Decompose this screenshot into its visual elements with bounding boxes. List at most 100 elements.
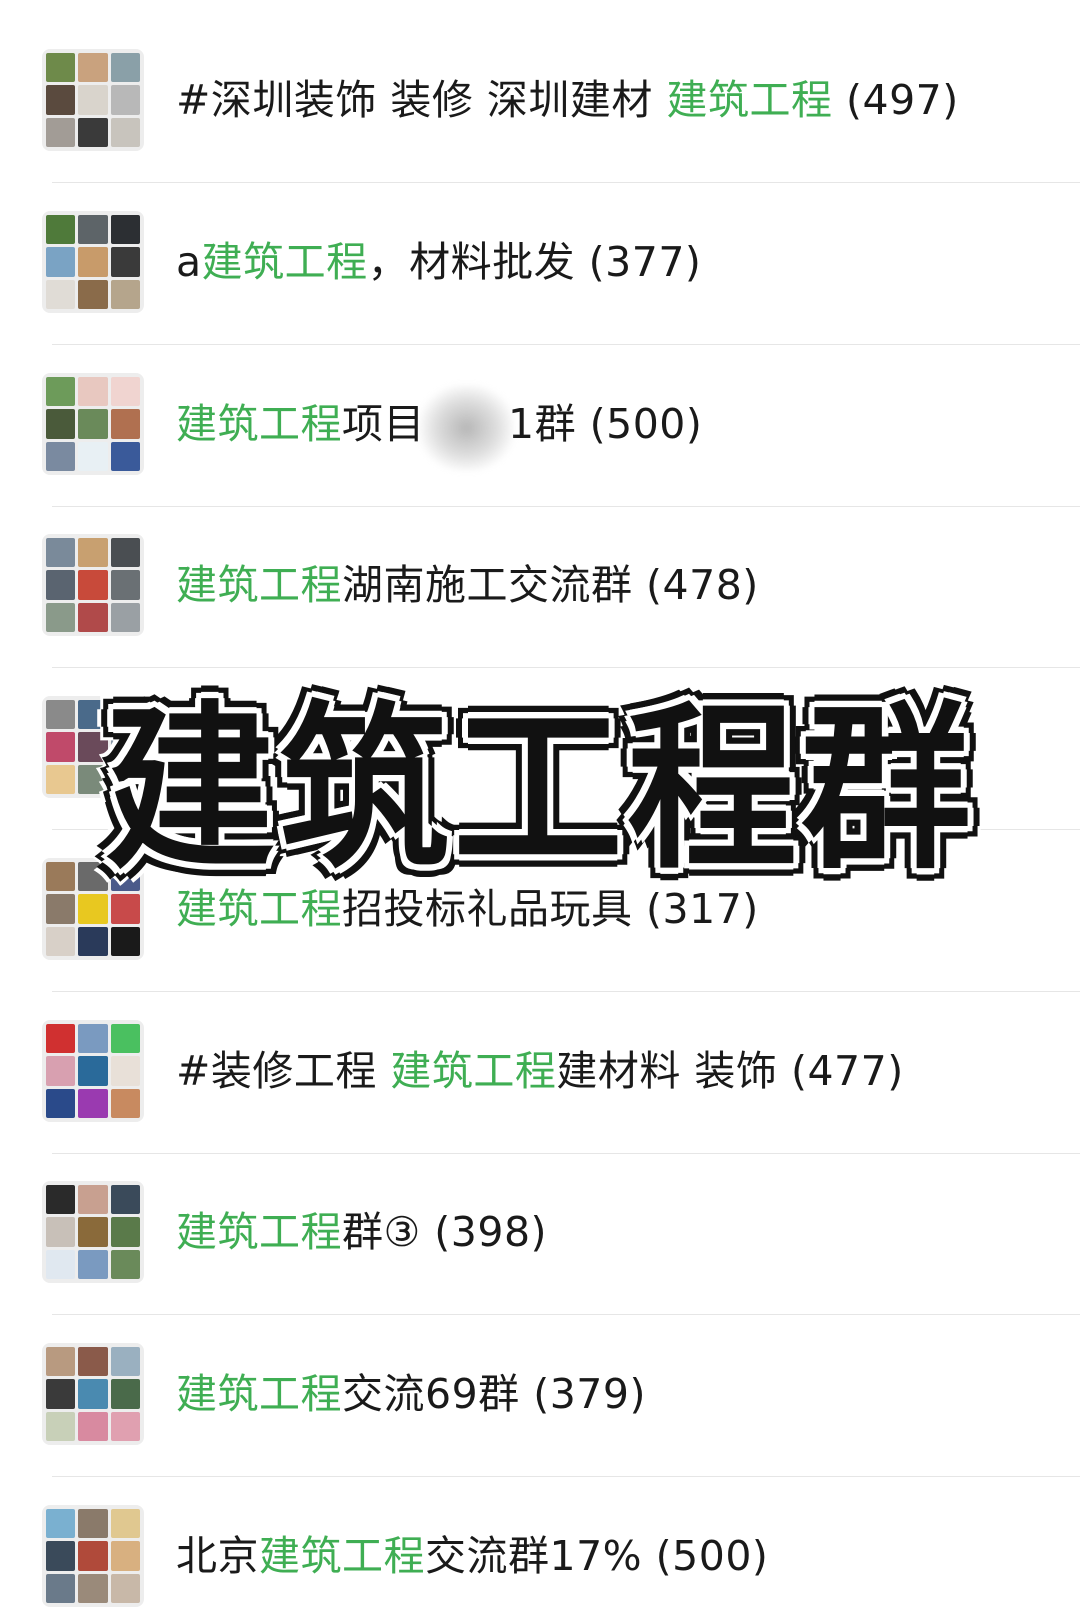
group-name: 建筑工程项目货款1群 (500)	[176, 399, 1060, 449]
avatar-tile	[46, 862, 76, 892]
keyword-highlight: 建筑工程	[176, 885, 342, 933]
avatar-tile	[46, 1411, 76, 1441]
group-avatar	[42, 211, 144, 313]
group-chat-row[interactable]: 北京建筑工程交流群17% (500)	[0, 1473, 1080, 1620]
avatar-tile	[78, 1541, 108, 1571]
avatar-tile	[78, 85, 108, 115]
avatar-tile	[110, 279, 140, 309]
group-chat-row[interactable]: 建筑工程·四群	[0, 664, 1080, 830]
avatar-tile	[46, 732, 76, 762]
group-chat-row[interactable]: 建筑工程项目货款1群 (500)	[0, 341, 1080, 507]
avatar-tile	[78, 53, 108, 83]
group-name-text: 群③ (398)	[342, 1208, 548, 1256]
avatar-tile	[46, 377, 76, 407]
avatar-tile	[46, 247, 76, 277]
avatar-tile	[78, 764, 108, 794]
avatar-tile	[46, 215, 76, 245]
group-avatar	[42, 1343, 144, 1445]
avatar-tile	[78, 1573, 108, 1603]
avatar-tile	[78, 1509, 108, 1539]
group-name-text: 建材料 装饰 (477)	[556, 1047, 904, 1095]
avatar-tile	[110, 215, 140, 245]
group-chat-row[interactable]: 建筑工程交流69群 (379)	[0, 1311, 1080, 1477]
group-avatar	[42, 1505, 144, 1607]
avatar-tile	[46, 117, 76, 147]
group-chat-row[interactable]: 建筑工程群③ (398)	[0, 1149, 1080, 1315]
group-name: #深圳装饰 装修 深圳建材 建筑工程 (497)	[176, 75, 1060, 125]
avatar-tile	[46, 1024, 76, 1054]
avatar-tile	[110, 377, 140, 407]
avatar-tile	[78, 1411, 108, 1441]
group-name: 建筑工程招投标礼品玩具 (317)	[176, 884, 1060, 934]
avatar-tile	[78, 1185, 108, 1215]
group-chat-row[interactable]: #装修工程 建筑工程建材料 装饰 (477)	[0, 988, 1080, 1154]
avatar-tile	[46, 1056, 76, 1086]
avatar-tile	[46, 1509, 76, 1539]
chat-search-results-list: #深圳装饰 装修 深圳建材 建筑工程 (497) a建筑工程，材料批发 (377)…	[0, 0, 1080, 1620]
group-avatar	[42, 1181, 144, 1283]
avatar-tile	[78, 700, 108, 730]
group-name-text: 交流群17% (500)	[425, 1532, 769, 1580]
keyword-highlight: 建筑工程	[176, 400, 342, 448]
avatar-tile	[110, 1509, 140, 1539]
avatar-tile	[78, 441, 108, 471]
avatar-tile	[78, 862, 108, 892]
avatar-tile	[78, 215, 108, 245]
avatar-tile	[110, 247, 140, 277]
avatar-tile	[46, 409, 76, 439]
avatar-tile	[46, 926, 76, 956]
avatar-tile	[46, 1573, 76, 1603]
group-name-text: 湖南施工交流群 (478)	[342, 561, 759, 609]
avatar-tile	[110, 538, 140, 568]
avatar-tile	[46, 1541, 76, 1571]
avatar-tile	[46, 1217, 76, 1247]
avatar-tile	[110, 117, 140, 147]
redacted-text: 货款	[425, 399, 508, 449]
avatar-tile	[110, 1185, 140, 1215]
group-name-text: a	[176, 238, 202, 286]
group-name-text: 交流69群 (379)	[342, 1370, 646, 1418]
avatar-tile	[78, 1249, 108, 1279]
keyword-highlight: 建筑工程	[176, 1208, 342, 1256]
avatar-tile	[110, 1088, 140, 1118]
keyword-highlight: 建筑工程	[390, 1047, 557, 1095]
avatar-tile	[46, 602, 76, 632]
avatar-tile	[46, 85, 76, 115]
avatar-tile	[78, 570, 108, 600]
keyword-highlight: 建筑工程	[176, 1370, 342, 1418]
avatar-tile	[110, 570, 140, 600]
keyword-highlight: 建筑工程	[666, 76, 833, 124]
group-chat-row[interactable]: 建筑工程招投标礼品玩具 (317)	[0, 826, 1080, 992]
group-chat-row[interactable]: a建筑工程，材料批发 (377)	[0, 179, 1080, 345]
avatar-tile	[46, 700, 76, 730]
avatar-tile	[46, 538, 76, 568]
group-chat-row[interactable]: #深圳装饰 装修 深圳建材 建筑工程 (497)	[0, 17, 1080, 183]
keyword-highlight: 建筑工程	[176, 561, 342, 609]
group-avatar	[42, 534, 144, 636]
avatar-tile	[110, 894, 140, 924]
avatar-tile	[110, 700, 140, 730]
group-name: 建筑工程湖南施工交流群 (478)	[176, 560, 1060, 610]
group-name: 北京建筑工程交流群17% (500)	[176, 1531, 1060, 1581]
avatar-tile	[110, 85, 140, 115]
avatar-tile	[46, 279, 76, 309]
avatar-tile	[110, 1379, 140, 1409]
group-name-text: ，材料批发 (377)	[367, 238, 702, 286]
avatar-tile	[110, 409, 140, 439]
avatar-tile	[46, 53, 76, 83]
avatar-tile	[78, 1347, 108, 1377]
group-chat-row[interactable]: 建筑工程湖南施工交流群 (478)	[0, 502, 1080, 668]
avatar-tile	[46, 1185, 76, 1215]
avatar-tile	[110, 862, 140, 892]
avatar-tile	[78, 247, 108, 277]
avatar-tile	[78, 538, 108, 568]
group-name: 建筑工程交流69群 (379)	[176, 1369, 1060, 1419]
avatar-tile	[110, 732, 140, 762]
avatar-tile	[46, 1249, 76, 1279]
avatar-tile	[78, 409, 108, 439]
avatar-tile	[110, 1411, 140, 1441]
avatar-tile	[110, 602, 140, 632]
group-name-text: 北京	[176, 1532, 259, 1580]
group-avatar	[42, 1020, 144, 1122]
avatar-tile	[78, 1379, 108, 1409]
